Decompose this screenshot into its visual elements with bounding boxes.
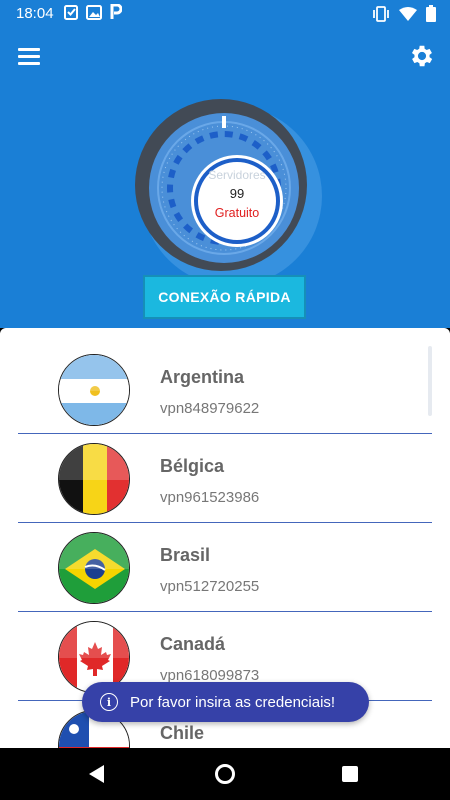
back-icon[interactable] — [88, 764, 106, 784]
list-item[interactable]: Brasil vpn512720255 — [0, 520, 450, 608]
notification-icons — [64, 4, 122, 20]
header-area: Servidores 99 Gratuito CONEXÃO RÁPIDA — [0, 28, 450, 328]
country-name: Canadá — [160, 634, 226, 654]
dial-ring: Servidores 99 Gratuito — [135, 99, 307, 271]
task-check-icon — [64, 5, 78, 20]
recent-apps-icon[interactable] — [342, 766, 358, 782]
country-name: Brasil — [160, 545, 211, 565]
status-time: 18:04 — [16, 5, 54, 22]
info-icon: i — [100, 693, 118, 711]
status-bar: 18:04 — [0, 0, 450, 28]
servers-label: Servidores — [208, 168, 266, 182]
plan-label: Gratuito — [214, 206, 260, 220]
hamburger-menu-icon[interactable] — [18, 46, 44, 68]
photo-icon — [86, 4, 102, 20]
credentials-toast: i Por favor insira as credenciais! — [82, 682, 369, 722]
navigation-bar — [0, 748, 450, 800]
parking-icon — [110, 4, 122, 19]
quick-connect-button[interactable]: CONEXÃO RÁPIDA — [143, 275, 306, 319]
vibrate-icon — [373, 5, 389, 22]
argentina-flag-icon — [58, 354, 130, 426]
system-icons — [372, 5, 436, 22]
toast-message: Por favor insira as credenciais! — [130, 693, 336, 711]
gear-icon[interactable] — [408, 42, 436, 70]
home-icon[interactable] — [215, 764, 235, 784]
server-id: vpn512720255 — [160, 578, 260, 595]
battery-icon — [426, 5, 436, 22]
server-dial: Servidores 99 Gratuito — [132, 96, 322, 286]
country-name: Argentina — [160, 367, 245, 387]
list-item[interactable]: Argentina vpn848979622 — [0, 342, 450, 430]
servers-count: 99 — [229, 186, 245, 201]
brazil-flag-icon — [58, 532, 130, 604]
list-item[interactable]: Bélgica vpn961523986 — [0, 431, 450, 519]
dial-center: Servidores 99 Gratuito — [194, 158, 280, 244]
dial-face: Servidores 99 Gratuito — [149, 113, 299, 263]
belgium-flag-icon — [58, 443, 130, 515]
server-id: vpn961523986 — [160, 489, 260, 506]
wifi-icon — [399, 6, 417, 21]
server-id: vpn848979622 — [160, 400, 260, 417]
country-name: Bélgica — [160, 456, 225, 476]
country-name: Chile — [160, 723, 205, 743]
